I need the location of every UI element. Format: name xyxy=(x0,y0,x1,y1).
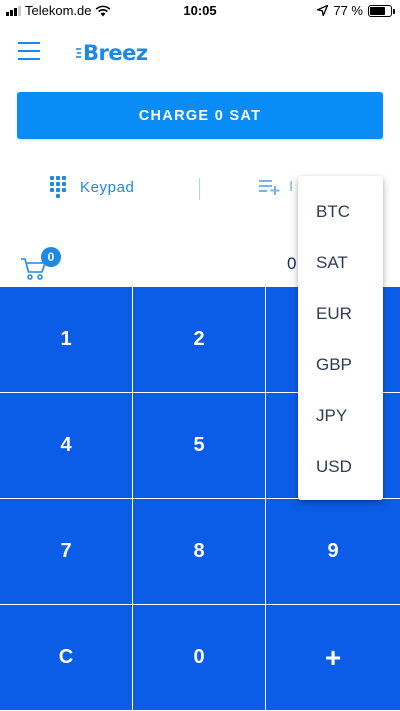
status-bar: Telekom.de 10:05 77 % xyxy=(0,0,400,22)
key-add[interactable]: + xyxy=(266,605,400,711)
tab-keypad[interactable]: Keypad xyxy=(50,176,134,198)
key-5[interactable]: 5 xyxy=(133,393,266,499)
currency-option-eur[interactable]: EUR xyxy=(298,288,383,339)
playlist-add-icon xyxy=(259,179,280,195)
key-2[interactable]: 2 xyxy=(133,287,266,393)
key-8[interactable]: 8 xyxy=(133,499,266,605)
key-1[interactable]: 1 xyxy=(0,287,133,393)
key-7[interactable]: 7 xyxy=(0,499,133,605)
battery-percent: 77 % xyxy=(333,3,363,18)
cart-button[interactable]: 0 xyxy=(20,247,64,283)
breez-logo: Breez xyxy=(76,40,148,66)
key-clear[interactable]: C xyxy=(0,605,133,711)
cart-count-badge: 0 xyxy=(41,247,61,267)
tab-items[interactable]: I xyxy=(259,178,293,195)
tab-divider xyxy=(199,178,200,200)
key-9[interactable]: 9 xyxy=(266,499,400,605)
currency-option-usd[interactable]: USD xyxy=(298,441,383,492)
logo-text: Breez xyxy=(83,41,148,65)
status-right: 77 % xyxy=(317,3,395,18)
hamburger-menu-icon[interactable] xyxy=(18,42,40,60)
currency-dropdown-menu: BTC SAT EUR GBP JPY USD xyxy=(298,176,383,500)
charge-button[interactable]: CHARGE 0 SAT xyxy=(17,92,383,139)
key-0[interactable]: 0 xyxy=(133,605,266,711)
location-arrow-icon xyxy=(317,5,329,16)
currency-option-sat[interactable]: SAT xyxy=(298,237,383,288)
key-4[interactable]: 4 xyxy=(0,393,133,499)
logo-speed-lines-icon xyxy=(76,48,81,58)
currency-option-gbp[interactable]: GBP xyxy=(298,339,383,390)
currency-option-jpy[interactable]: JPY xyxy=(298,390,383,441)
keypad-icon xyxy=(50,176,68,198)
tab-keypad-label: Keypad xyxy=(80,178,135,196)
amount-display: 0 xyxy=(287,254,297,273)
currency-option-btc[interactable]: BTC xyxy=(298,186,383,237)
tab-items-label: I xyxy=(289,178,294,195)
battery-icon xyxy=(368,4,395,17)
